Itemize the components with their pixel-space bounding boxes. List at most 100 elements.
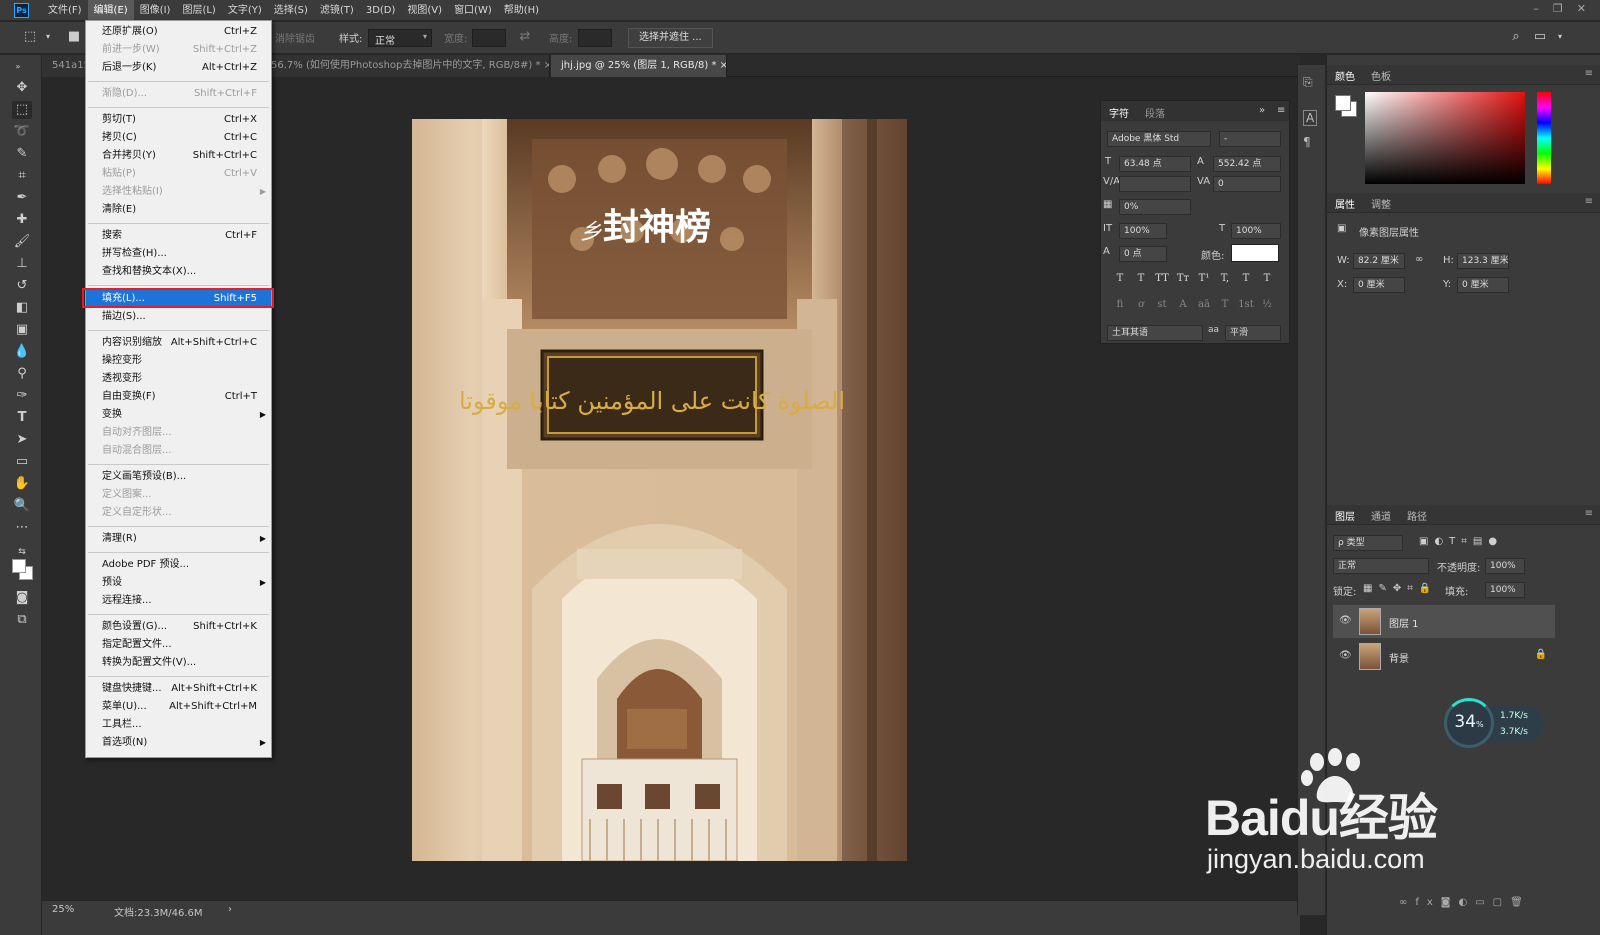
panel-menu-icon[interactable]: ≡ <box>1277 105 1285 116</box>
layer-width-input[interactable]: 82.2 厘米 <box>1353 253 1405 269</box>
swap-icon[interactable]: ⇄ <box>517 29 533 45</box>
edit-menu-item[interactable]: 工具栏... <box>86 716 271 734</box>
hue-slider[interactable] <box>1537 92 1551 184</box>
tab-paragraph[interactable]: 段落 <box>1145 105 1165 120</box>
chevron-down-icon[interactable]: ▾ <box>1552 29 1568 45</box>
more-tools-icon[interactable]: ⋯ <box>12 519 32 537</box>
antialias-select[interactable]: 平滑 <box>1225 325 1281 341</box>
text-style-button[interactable]: T¹ <box>1195 273 1213 284</box>
text-style-button[interactable]: ½ <box>1258 299 1276 310</box>
text-style-button[interactable]: st <box>1153 299 1171 310</box>
leading-input[interactable]: 552.42 点 <box>1213 156 1281 172</box>
edit-menu-item[interactable]: 查找和替换文本(X)... <box>86 263 271 281</box>
select-and-mask-button[interactable]: 选择并遮住 ... <box>628 28 713 48</box>
tab-document-1[interactable]: 541a15 <box>42 55 88 77</box>
quick-mask-icon[interactable]: ◙ <box>12 589 32 607</box>
text-style-button[interactable]: T <box>1216 299 1234 310</box>
edit-menu-item[interactable]: 内容识别缩放 Alt+Shift+Ctrl+C <box>86 334 271 352</box>
edit-menu-item[interactable]: 透视变形 <box>86 370 271 388</box>
edit-menu-item[interactable]: 自由变换(F) Ctrl+T <box>86 388 271 406</box>
text-style-button[interactable]: T, <box>1216 273 1234 284</box>
edit-menu-item[interactable]: 变换 ▶ <box>86 406 271 424</box>
edit-menu-item[interactable]: 颜色设置(G)... Shift+Ctrl+K <box>86 618 271 636</box>
tracking-input[interactable]: 0 <box>1213 176 1281 192</box>
rectangle-tool-icon[interactable]: ▭ <box>12 453 32 471</box>
edit-menu-item[interactable]: 剪切(T) Ctrl+X <box>86 111 271 129</box>
edit-menu-item[interactable]: 菜单(U)... Alt+Shift+Ctrl+M <box>86 698 271 716</box>
close-icon[interactable]: ✕ <box>1577 0 1586 18</box>
lock-icons[interactable]: ▦✎✥⌗🔒 <box>1363 583 1437 594</box>
text-style-button[interactable]: fi <box>1111 299 1129 310</box>
new-selection-icon[interactable]: ■ <box>66 29 82 45</box>
edit-menu-item[interactable]: 键盘快捷键... Alt+Shift+Ctrl+K <box>86 680 271 698</box>
style-select[interactable]: 正常 ▾ <box>368 29 432 47</box>
tab-character[interactable]: 字符 <box>1109 105 1129 120</box>
dodge-tool-icon[interactable]: ⚲ <box>12 365 32 383</box>
menu-7[interactable]: 3D(D) <box>360 0 402 21</box>
edit-menu-item[interactable]: 定义画笔预设(B)... <box>86 468 271 486</box>
minimize-icon[interactable]: – <box>1533 0 1539 18</box>
font-size-input[interactable]: 63.48 点 <box>1119 156 1191 172</box>
lasso-tool-icon[interactable]: ➰ <box>12 123 32 141</box>
crop-tool-icon[interactable]: ⌗ <box>12 167 32 185</box>
path-select-tool-icon[interactable]: ➤ <box>12 431 32 449</box>
layer-x-input[interactable]: 0 厘米 <box>1353 277 1405 293</box>
edit-menu-item[interactable]: 后退一步(K) Alt+Ctrl+Z <box>86 59 271 77</box>
eraser-tool-icon[interactable]: ◧ <box>12 299 32 317</box>
vertical-scale-input[interactable]: 100% <box>1119 223 1167 239</box>
width-input[interactable] <box>472 29 506 47</box>
color-picker-field[interactable] <box>1365 92 1525 184</box>
language-select[interactable]: 土耳其语 <box>1107 325 1203 341</box>
text-style-button[interactable]: A <box>1174 299 1192 310</box>
proportional-spacing-input[interactable]: 0% <box>1119 199 1191 215</box>
close-icon[interactable]: × <box>544 60 549 71</box>
menu-2[interactable]: 图像(I) <box>134 0 177 21</box>
chevron-down-icon[interactable]: ▾ <box>40 29 56 45</box>
layer-height-input[interactable]: 123.3 厘米 <box>1457 253 1509 269</box>
foreground-swatch[interactable] <box>1335 95 1351 111</box>
edit-menu-item[interactable]: 远程连接... <box>86 592 271 610</box>
edit-menu-item[interactable]: 预设 ▶ <box>86 574 271 592</box>
restore-icon[interactable]: ❐ <box>1553 0 1563 18</box>
hand-tool-icon[interactable]: ✋ <box>12 475 32 493</box>
paragraph-panel-icon[interactable]: ¶ <box>1303 135 1311 149</box>
blur-tool-icon[interactable]: 💧 <box>12 343 32 361</box>
history-panel-icon[interactable]: ⎘ <box>1303 75 1313 90</box>
text-style-button[interactable]: ơ <box>1132 299 1150 310</box>
font-style-select[interactable]: - <box>1219 131 1281 147</box>
screen-mode-icon[interactable]: ⧉ <box>12 611 32 629</box>
layer-y-input[interactable]: 0 厘米 <box>1457 277 1509 293</box>
quick-select-tool-icon[interactable]: ✎ <box>12 145 32 163</box>
text-style-button[interactable]: Tт <box>1174 273 1192 284</box>
visibility-eye-icon[interactable]: 👁 <box>1339 615 1352 626</box>
link-icon[interactable]: ∞ <box>1415 254 1423 265</box>
close-icon[interactable]: × <box>720 60 726 71</box>
move-tool-icon[interactable]: ✥ <box>12 79 32 97</box>
layer-action-icons[interactable]: ∞fx◙◐▭▢🗑 <box>1399 897 1531 908</box>
menu-8[interactable]: 视图(V) <box>401 0 448 21</box>
marquee-preset-icon[interactable]: ⬚ <box>22 29 38 45</box>
tab-paths[interactable]: 路径 <box>1407 508 1427 523</box>
tab-swatches[interactable]: 色板 <box>1371 68 1391 83</box>
layer-filter-icons[interactable]: ▣◐T⌗▤● <box>1419 536 1503 547</box>
tab-properties[interactable]: 属性 <box>1335 196 1355 211</box>
text-style-button[interactable]: T <box>1111 273 1129 284</box>
stamp-tool-icon[interactable]: ⊥ <box>12 255 32 273</box>
text-color-swatch[interactable] <box>1231 244 1279 262</box>
status-arrow-icon[interactable]: › <box>228 904 232 915</box>
tab-channels[interactable]: 通道 <box>1371 508 1391 523</box>
edit-menu-item[interactable]: 首选项(N) ▶ <box>86 734 271 752</box>
workspace-icon[interactable]: ▭ <box>1532 29 1548 45</box>
edit-menu-item[interactable]: 合并拷贝(Y) Shift+Ctrl+C <box>86 147 271 165</box>
font-family-select[interactable]: Adobe 黑体 Std <box>1107 131 1211 147</box>
search-icon[interactable]: ⌕ <box>1508 29 1524 45</box>
edit-menu-item[interactable]: 拼写检查(H)... <box>86 245 271 263</box>
menu-3[interactable]: 图层(L) <box>176 0 221 21</box>
edit-menu-item[interactable]: 搜索 Ctrl+F <box>86 227 271 245</box>
healing-brush-tool-icon[interactable]: ✚ <box>12 211 32 229</box>
character-panel-icon[interactable]: A <box>1303 110 1318 126</box>
edit-menu-item[interactable]: 清除(E) <box>86 201 271 219</box>
kerning-input[interactable] <box>1119 176 1191 192</box>
brush-tool-icon[interactable]: 🖌 <box>12 233 32 251</box>
expand-icon[interactable]: » <box>1259 105 1265 116</box>
